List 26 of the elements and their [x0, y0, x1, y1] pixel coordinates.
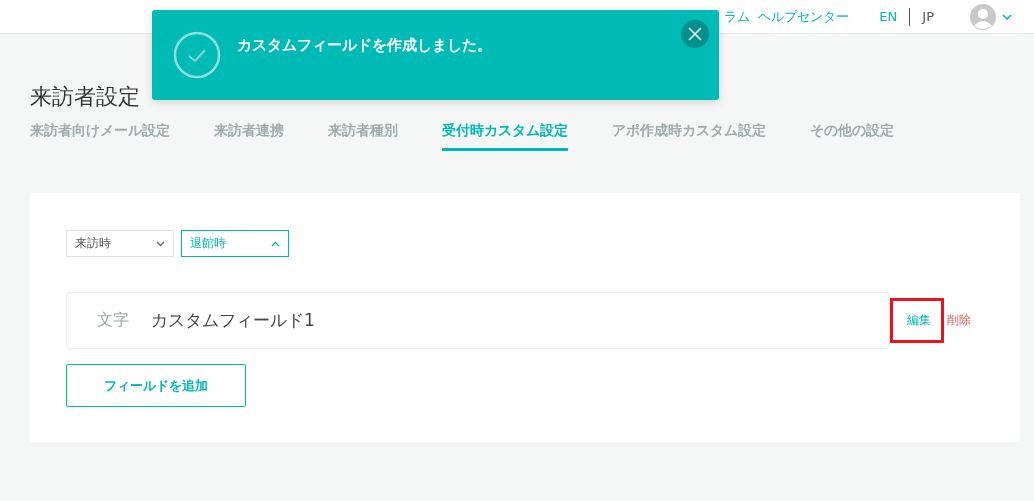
language-link[interactable]: JP [922, 9, 934, 24]
field-type: 文字 [97, 310, 129, 331]
page-title: 来訪者設定 [30, 83, 141, 111]
chevron-up-icon [271, 240, 280, 247]
close-icon [688, 27, 702, 41]
header-link[interactable]: ラム [724, 7, 751, 26]
tab[interactable]: 来訪者向けメール設定 [30, 120, 170, 151]
avatar-icon[interactable] [970, 3, 996, 30]
delete-link[interactable]: 削除 [944, 297, 984, 344]
close-button[interactable] [681, 20, 709, 48]
dropdown[interactable]: 退館時 [181, 230, 289, 257]
chevron-down-icon [156, 240, 165, 247]
check-circle-icon [173, 31, 221, 79]
tab[interactable]: 来訪者連携 [214, 120, 284, 151]
edit-link[interactable]: 編集 [890, 298, 944, 343]
tab[interactable]: 来訪者種別 [328, 120, 398, 151]
tab[interactable]: 受付時カスタム設定 [442, 120, 568, 151]
dropdown[interactable]: 来訪時 [66, 230, 174, 257]
header-link[interactable]: ヘルプセンター [758, 7, 850, 26]
language-link[interactable]: EN [879, 9, 898, 24]
add-field-button[interactable]: フィールドを追加 [66, 364, 246, 407]
tab[interactable]: アポ作成時カスタム設定 [612, 120, 766, 151]
field-name: カスタムフィールド1 [151, 309, 315, 332]
toast-message: カスタムフィールドを作成しました。 [237, 36, 492, 55]
tab[interactable]: その他の設定 [810, 120, 894, 151]
chevron-down-icon[interactable] [1002, 13, 1012, 20]
